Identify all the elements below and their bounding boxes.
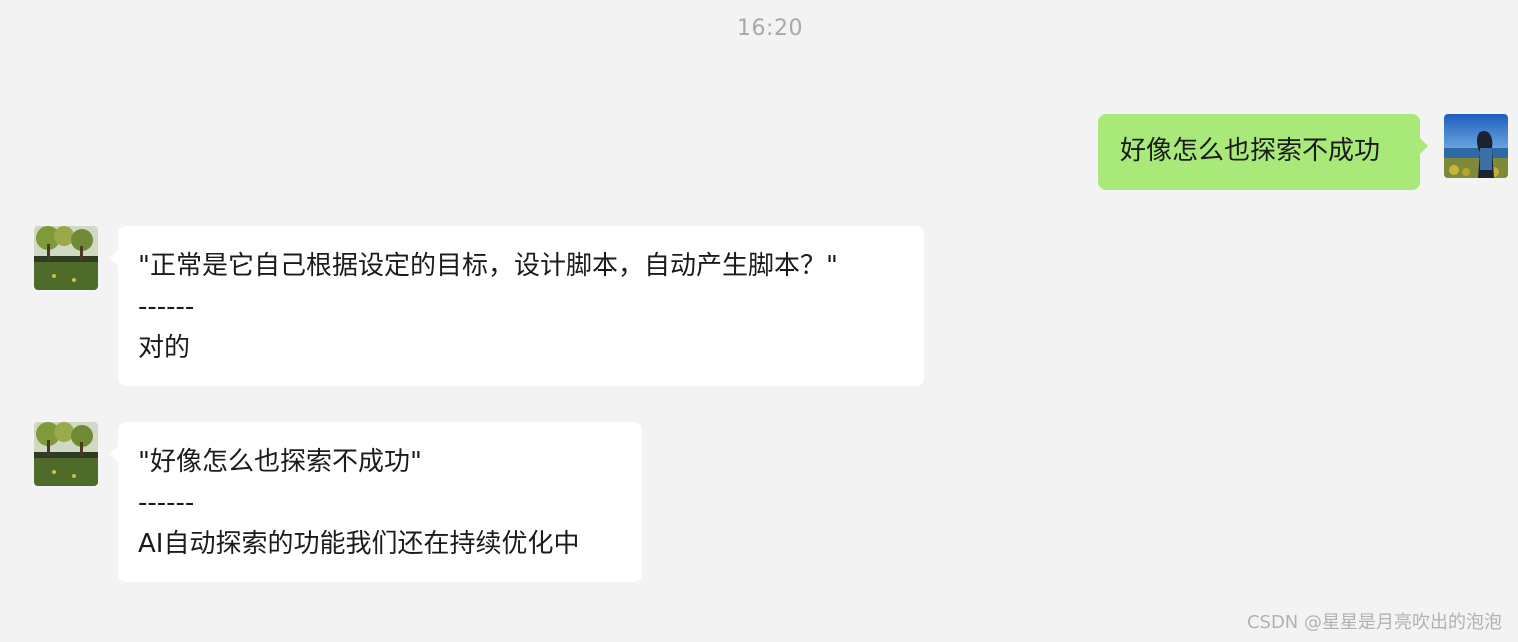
quote-divider: ------ (138, 488, 195, 518)
reply-text: AI自动探索的功能我们还在持续优化中 (138, 529, 580, 559)
contact-avatar-image (34, 422, 98, 486)
message-timestamp: 16:20 (737, 16, 803, 41)
contact-avatar-image (34, 226, 98, 290)
incoming-message-bubble[interactable]: "好像怎么也探索不成功" ------ AI自动探索的功能我们还在持续优化中 (110, 422, 642, 582)
self-avatar-image (1444, 114, 1508, 178)
contact-avatar[interactable] (34, 226, 98, 290)
watermark: CSDN @星星是月亮吹出的泡泡 (1246, 612, 1502, 633)
message-text: 好像怎么也探索不成功 (1120, 136, 1381, 166)
quoted-text: "正常是它自己根据设定的目标，设计脚本，自动产生脚本？" (138, 251, 838, 281)
reply-text: 对的 (138, 333, 191, 363)
quoted-text: "好像怎么也探索不成功" (138, 447, 422, 477)
contact-avatar[interactable] (34, 422, 98, 486)
incoming-message-bubble[interactable]: "正常是它自己根据设定的目标，设计脚本，自动产生脚本？" ------ 对的 (110, 226, 924, 386)
outgoing-message-bubble[interactable]: 好像怎么也探索不成功 (1098, 114, 1428, 190)
chat-window: 16:20 好像怎么也探索不成功 "正常是它自己根据设定的目标，设计脚本，自动产… (0, 0, 1518, 642)
quote-divider: ------ (138, 292, 195, 322)
self-avatar[interactable] (1444, 114, 1508, 178)
